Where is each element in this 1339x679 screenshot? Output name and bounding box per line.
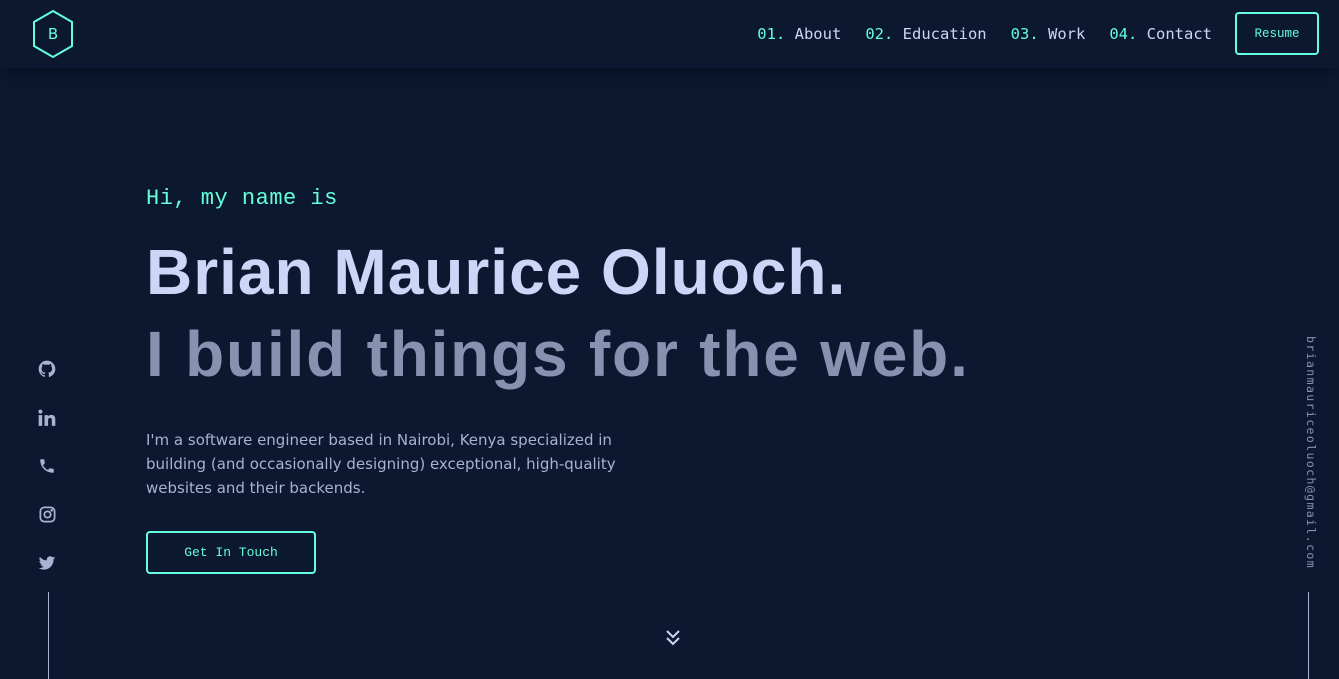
resume-button[interactable]: Resume — [1235, 12, 1319, 55]
hero-name: Brian Maurice Oluoch. — [146, 236, 847, 308]
email-link[interactable]: brianmauriceoluoch@gmail.com — [1296, 336, 1318, 576]
twitter-icon[interactable] — [36, 552, 58, 574]
nav-number: 02. — [865, 25, 894, 43]
logo-letter: B — [47, 25, 59, 43]
linkedin-icon[interactable] — [36, 407, 58, 429]
nav-item-about[interactable]: 01. About — [757, 25, 841, 43]
social-divider-line — [48, 592, 49, 679]
scroll-down-icon[interactable] — [663, 629, 683, 647]
nav-item-education[interactable]: 02. Education — [865, 25, 986, 43]
site-header: B 01. About 02. Education 03. Work 04. C… — [0, 0, 1339, 69]
nav-label: Work — [1048, 25, 1086, 43]
nav-label: About — [794, 25, 842, 43]
nav-item-work[interactable]: 03. Work — [1011, 25, 1086, 43]
phone-icon[interactable] — [36, 455, 58, 477]
email-divider-line — [1308, 592, 1309, 679]
hero-bio: I'm a software engineer based in Nairobi… — [146, 431, 616, 497]
main-nav: 01. About 02. Education 03. Work 04. Con… — [733, 23, 1212, 45]
hero-greeting: Hi, my name is — [146, 186, 338, 211]
nav-number: 03. — [1010, 25, 1039, 43]
nav-number: 01. — [757, 25, 786, 43]
instagram-icon[interactable] — [36, 503, 58, 525]
logo[interactable]: B — [31, 9, 75, 59]
nav-item-contact[interactable]: 04. Contact — [1109, 25, 1212, 43]
nav-label: Education — [902, 25, 987, 43]
nav-number: 04. — [1109, 25, 1138, 43]
get-in-touch-button[interactable]: Get In Touch — [146, 531, 316, 574]
github-icon[interactable] — [36, 358, 58, 380]
nav-label: Contact — [1146, 25, 1212, 43]
hero-tagline: I build things for the web. — [146, 318, 970, 390]
